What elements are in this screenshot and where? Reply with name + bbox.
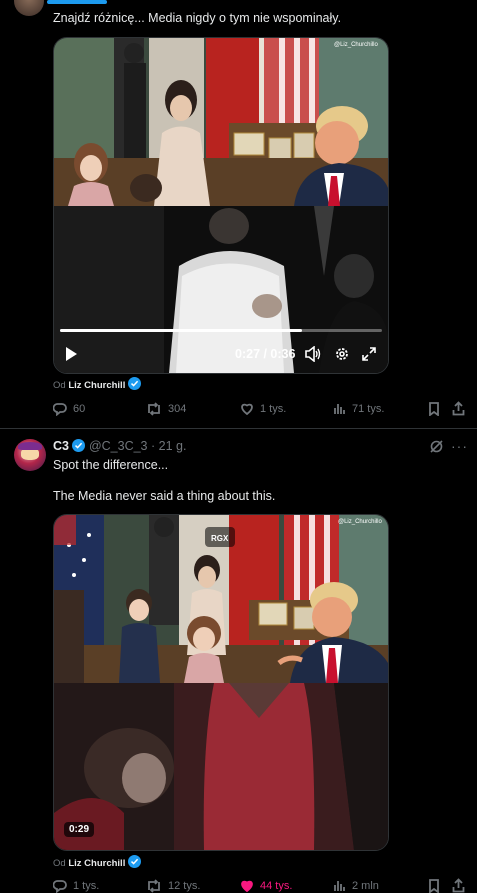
post-time[interactable]: · 21 g.	[151, 439, 186, 453]
verified-badge-icon	[72, 439, 86, 452]
repost-button[interactable]: 12 tys.	[146, 879, 200, 893]
reply-icon	[53, 880, 67, 893]
share-icon[interactable]	[452, 878, 465, 893]
avatar[interactable]	[14, 0, 44, 16]
verified-badge-icon	[127, 855, 141, 868]
video-duration: 0:29	[64, 822, 95, 837]
post-text-line-2: The Media never said a thing about this.	[53, 489, 276, 503]
repost-icon	[148, 402, 160, 416]
repost-count: 12 tys.	[168, 880, 201, 892]
video-player[interactable]: @Liz_Churchillo RGX 0:29	[53, 514, 389, 851]
fullscreen-icon[interactable]	[362, 347, 376, 361]
video-player[interactable]: @Liz_Churchillo 0:27 / 0:36	[53, 37, 389, 374]
reply-button[interactable]: 60	[53, 402, 85, 416]
video-progress-track[interactable]	[60, 329, 382, 332]
video-progress-fill	[60, 329, 302, 332]
views-chart-icon	[334, 881, 345, 891]
post-2[interactable]: C3 @C_3C_3 · 21 g. ··· Spot the differen…	[0, 429, 477, 893]
video-watermark: @Liz_Churchillo	[338, 519, 382, 525]
like-button[interactable]: 1 tys.	[240, 402, 286, 415]
reply-count: 1 tys.	[73, 880, 100, 892]
reply-count: 60	[73, 403, 86, 415]
source-attribution[interactable]: Od Liz Churchill	[53, 377, 141, 391]
video-frame-bottom	[54, 683, 388, 850]
bookmark-icon[interactable]	[428, 402, 440, 416]
video-frame-top: @Liz_Churchillo	[54, 38, 388, 206]
like-button[interactable]: 44 tys.	[240, 879, 292, 892]
volume-icon[interactable]	[304, 346, 322, 362]
source-prefix: Od	[53, 380, 66, 391]
video-badge: RGX	[211, 534, 229, 543]
views-button[interactable]: 71 tys.	[333, 402, 384, 415]
author-handle[interactable]: @C_3C_3	[89, 439, 148, 453]
more-options-icon[interactable]: ···	[451, 438, 468, 454]
repost-button[interactable]: 304	[146, 402, 186, 416]
share-icon[interactable]	[452, 401, 465, 416]
repost-icon	[148, 879, 160, 893]
views-count: 71 tys.	[352, 402, 385, 415]
repost-count: 304	[168, 403, 187, 415]
reply-button[interactable]: 1 tys.	[53, 879, 99, 893]
heart-filled-icon	[241, 880, 253, 892]
grok-icon[interactable]	[429, 439, 444, 454]
video-watermark: @Liz_Churchillo	[334, 42, 378, 48]
views-button[interactable]: 2 mln	[333, 879, 379, 892]
bookmark-icon[interactable]	[428, 879, 440, 893]
views-chart-icon	[334, 404, 345, 414]
video-time: 0:27 / 0:36	[235, 347, 296, 361]
reply-icon	[53, 403, 67, 416]
author-name[interactable]: C3	[53, 439, 69, 453]
post-header: C3 @C_3C_3 · 21 g.	[53, 439, 186, 453]
source-name[interactable]: Liz Churchill	[68, 380, 125, 391]
like-count: 1 tys.	[260, 402, 287, 415]
source-name[interactable]: Liz Churchill	[68, 858, 125, 869]
post-text: Znajdź różnicę... Media nigdy o tym nie …	[53, 11, 342, 25]
settings-gear-icon[interactable]	[334, 346, 350, 362]
heart-icon	[241, 403, 253, 415]
video-frame-top: @Liz_Churchillo RGX	[54, 515, 388, 683]
play-icon[interactable]	[66, 347, 77, 361]
avatar[interactable]	[14, 439, 46, 471]
post-text-line-1: Spot the difference...	[53, 458, 169, 472]
source-prefix: Od	[53, 858, 66, 869]
post-1[interactable]: Znajdź różnicę... Media nigdy o tym nie …	[0, 0, 477, 428]
source-attribution[interactable]: Od Liz Churchill	[53, 855, 141, 869]
tab-indicator	[47, 0, 107, 4]
verified-badge-icon	[127, 377, 141, 390]
